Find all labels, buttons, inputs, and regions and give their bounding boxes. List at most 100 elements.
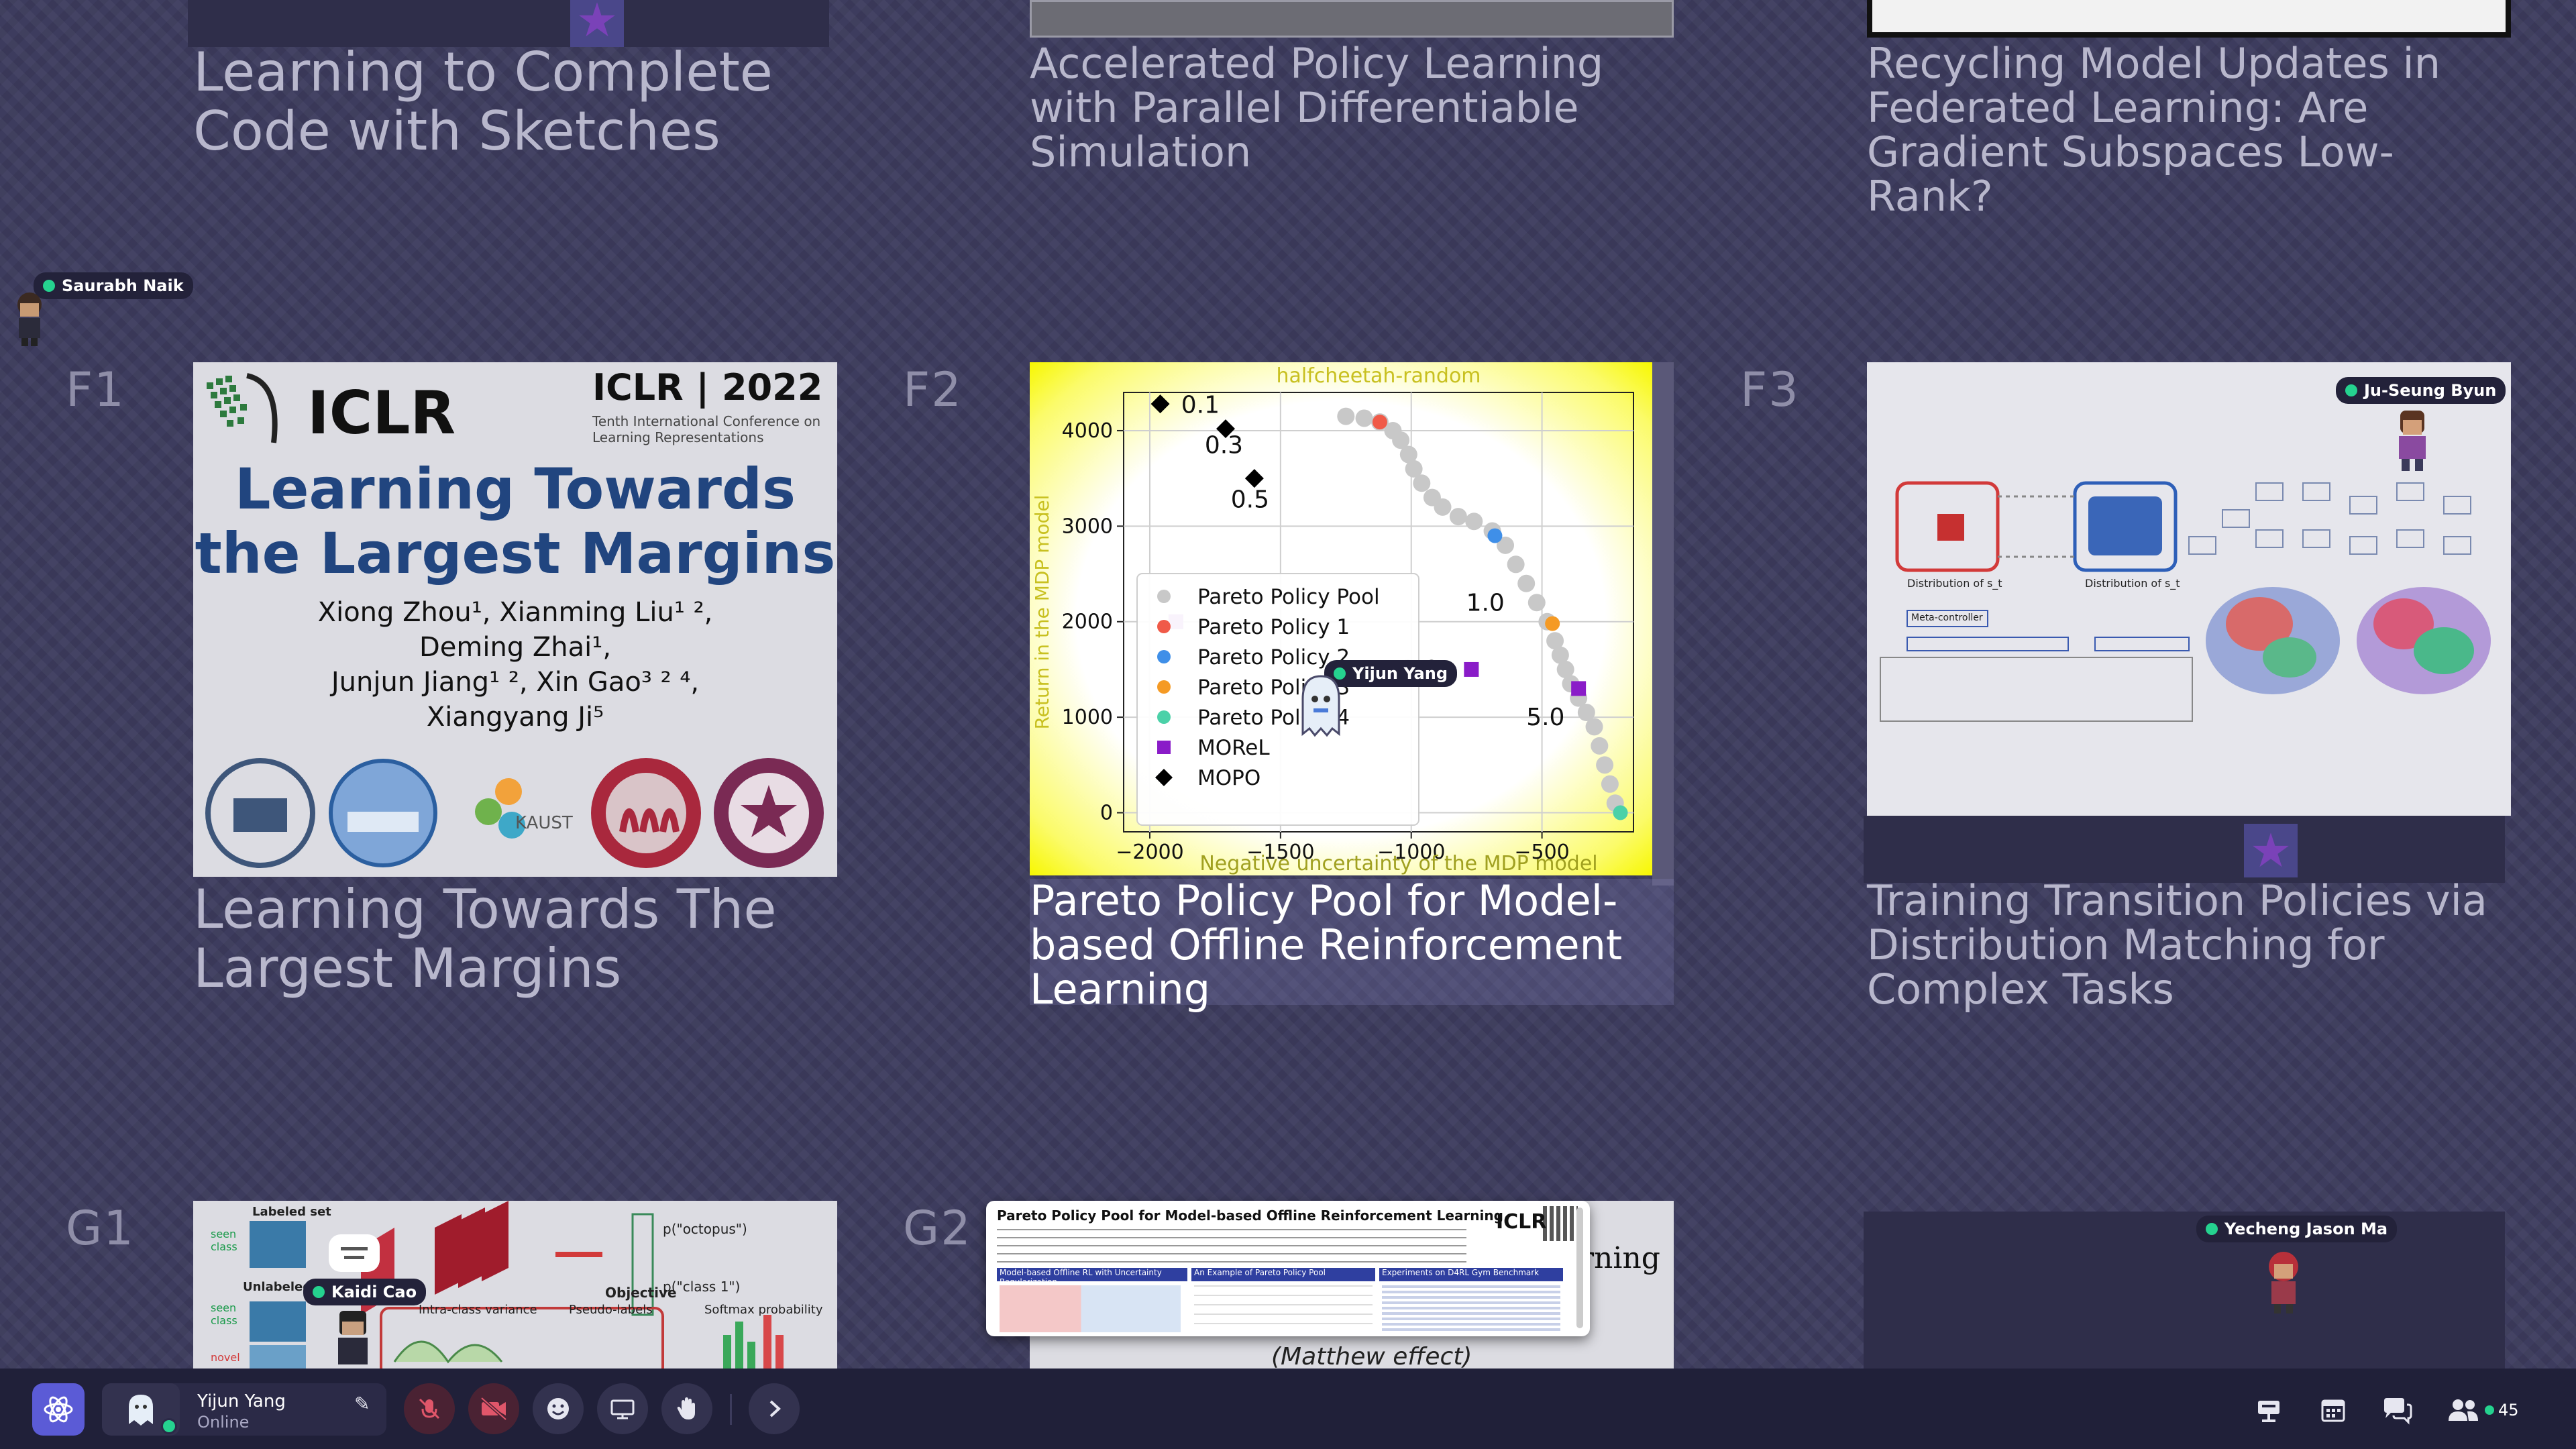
- popup-iclr-logo: ICLR: [1496, 1210, 1547, 1234]
- star-icon: ★: [570, 0, 624, 47]
- g1-p-octopus: p("octopus"): [663, 1221, 747, 1237]
- popup-scrollbar[interactable]: [1576, 1208, 1583, 1328]
- data-point: [1337, 407, 1355, 425]
- y-tick-label: 1000: [1062, 706, 1113, 729]
- hand-icon: [677, 1397, 695, 1419]
- data-point: [1571, 681, 1587, 696]
- poster-title-top-mid[interactable]: Accelerated Policy Learning with Paralle…: [1030, 42, 1674, 174]
- conference-title: ICLR | 2022: [592, 366, 823, 409]
- build-tools-button[interactable]: [2251, 1393, 2286, 1428]
- iclr-wordmark: ICLR: [307, 378, 456, 447]
- poster-title-f3[interactable]: Training Transition Policies via Distrib…: [1867, 879, 2511, 1012]
- data-point: [1372, 415, 1387, 430]
- avatar-kaidi[interactable]: [331, 1308, 374, 1368]
- user-profile-panel[interactable]: Yijun Yang Online ✎: [102, 1383, 386, 1436]
- poster-g3[interactable]: [1864, 1212, 2505, 1368]
- g1-pseudo-labels: Pseudo-labels: [569, 1303, 653, 1317]
- g2-text-rning: rning: [1580, 1241, 1660, 1275]
- conference-subtitle-2: Learning Representations: [592, 429, 764, 445]
- poster-authors-4: Xiangyang Ji⁵: [426, 702, 604, 733]
- row-label-g1: G1: [66, 1201, 135, 1256]
- user-name: Ju-Seung Byun: [2364, 381, 2497, 400]
- poster-f2-edge: [1652, 362, 1674, 885]
- university-logos-icon: [205, 758, 824, 868]
- poster-heading-2: the Largest Margins: [195, 521, 836, 586]
- popup-table-3: [1382, 1285, 1560, 1332]
- poster-top-mid[interactable]: [1030, 0, 1674, 38]
- participants-button[interactable]: 45: [2447, 1393, 2548, 1428]
- popup-authors: [997, 1229, 1466, 1263]
- data-point: [1413, 474, 1431, 492]
- poster-f2[interactable]: −2000 −1500 −1000 −500 0 1000 2000 3000 4000 half…: [1030, 362, 1652, 875]
- data-point: [1601, 775, 1619, 793]
- emoji-button[interactable]: [533, 1383, 584, 1434]
- mic-toggle-button[interactable]: [404, 1383, 455, 1434]
- camera-off-icon: [480, 1397, 507, 1421]
- avatar-juseung[interactable]: [2391, 408, 2434, 475]
- calendar-icon: [2321, 1399, 2345, 1422]
- poster-top-left[interactable]: ★: [188, 0, 829, 47]
- popup-section-3: Experiments on D4RL Gym Benchmark: [1379, 1268, 1563, 1281]
- ghost-avatar-icon: [129, 1395, 153, 1426]
- chart-ylabel: Return in the MDP model: [1031, 495, 1053, 730]
- diagram-label-meta: Meta-controller: [1911, 612, 1983, 623]
- annotation-label: 5.0: [1526, 704, 1564, 731]
- poster-g1[interactable]: Labeled set seen class Unlabeled seen cl…: [193, 1201, 837, 1368]
- data-point: [1596, 756, 1614, 774]
- g1-seen-class-2: seen class: [211, 1301, 237, 1327]
- data-point: [1464, 661, 1479, 677]
- screen-share-button[interactable]: [597, 1383, 648, 1434]
- atom-icon: [44, 1396, 73, 1423]
- poster-authors-2: Deming Zhai¹,: [419, 632, 612, 663]
- screen-share-icon: [610, 1399, 635, 1419]
- poster-f1[interactable]: ICLR ICLR | 2022 Tenth International Con…: [193, 362, 837, 877]
- build-icon: [2258, 1401, 2279, 1422]
- diagram-label-dist1: Distribution of s_t: [1907, 577, 2002, 590]
- row-label-f1: F1: [66, 362, 125, 417]
- data-point: [1244, 469, 1264, 488]
- qr-code-icon: [1543, 1206, 1578, 1241]
- edit-pencil-icon[interactable]: ✎: [354, 1393, 370, 1415]
- camera-toggle-button[interactable]: [468, 1383, 519, 1434]
- calendar-button[interactable]: [2316, 1393, 2351, 1428]
- avatar-yecheng[interactable]: [2262, 1248, 2305, 1315]
- data-point: [1449, 508, 1467, 526]
- iclr-logo-icon: [207, 373, 278, 443]
- data-point: [1517, 574, 1536, 592]
- raise-hand-button[interactable]: [661, 1383, 712, 1434]
- poster-heading-1: Learning Towards: [234, 456, 796, 522]
- user-tag-kaidi: Kaidi Cao: [303, 1279, 427, 1305]
- data-point: [1591, 737, 1609, 755]
- g1-seen-class: seen class: [211, 1228, 237, 1253]
- data-point: [1487, 528, 1503, 543]
- g1-unlabeled: Unlabeled: [243, 1280, 312, 1294]
- legend-label: MOPO: [1197, 766, 1260, 790]
- user-name: Saurabh Naik: [62, 276, 184, 295]
- annotation-label: 0.1: [1181, 392, 1220, 419]
- chat-button[interactable]: [2380, 1393, 2415, 1428]
- popup-fig-2: [1194, 1285, 1373, 1332]
- mic-muted-icon: [419, 1398, 440, 1419]
- y-tick-label: 4000: [1062, 419, 1113, 443]
- legend-label: Pareto Policy Pool: [1197, 585, 1380, 609]
- kaust-label: KAUST: [515, 813, 573, 833]
- popup-section-2: An Example of Pareto Policy Pool: [1191, 1268, 1375, 1281]
- avatar-saurabh[interactable]: [11, 288, 48, 346]
- expand-toolbar-button[interactable]: [749, 1383, 800, 1434]
- popup-fig-1: [1000, 1285, 1181, 1332]
- avatar-yijun-ghost[interactable]: [1297, 672, 1344, 739]
- gather-logo-button[interactable]: [32, 1383, 85, 1436]
- poster-title-top-left[interactable]: Learning to Complete Code with Sketches: [193, 43, 824, 161]
- poster-title-f2[interactable]: Pareto Policy Pool for Model-based Offli…: [1030, 879, 1674, 1012]
- poster-authors-1: Xiong Zhou¹, Xianming Liu¹ ²,: [317, 597, 713, 628]
- poster-top-right[interactable]: [1867, 0, 2511, 38]
- annotation-label: 0.3: [1205, 431, 1243, 459]
- poster-preview-popup[interactable]: Pareto Policy Pool for Model-based Offli…: [986, 1201, 1590, 1336]
- g1-labeled-set: Labeled set: [252, 1205, 331, 1219]
- poster-title-f1[interactable]: Learning Towards The Largest Margins: [193, 880, 837, 998]
- self-user-name: Yijun Yang: [197, 1391, 286, 1411]
- poster-title-top-right[interactable]: Recycling Model Updates in Federated Lea…: [1867, 42, 2511, 219]
- row-label-g2: G2: [903, 1201, 972, 1256]
- online-count: 45: [2498, 1401, 2519, 1419]
- chat-bubble-icon[interactable]: [329, 1234, 380, 1272]
